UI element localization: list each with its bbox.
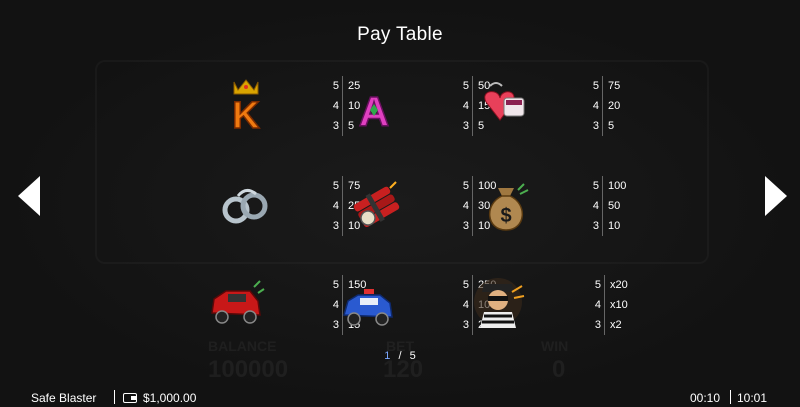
police-car-symbol-icon — [343, 289, 393, 326]
paytable-cell-robber-wild: 5 x20 4 x10 3 x2 — [468, 272, 628, 342]
pay-row: 5 100 — [592, 180, 627, 192]
pay-row: 4 20 — [592, 100, 621, 112]
paytable-cell-king-k: K 5 25 4 10 35 — [216, 76, 360, 146]
total-pages: 5 — [409, 350, 416, 362]
chevron-left-icon — [18, 176, 40, 216]
paytable-cell-heart-cup: 5 75 4 20 35 — [476, 76, 620, 146]
previous-page-button[interactable] — [16, 174, 42, 218]
ace-a-symbol-icon: A — [358, 87, 390, 136]
session-time: 00:10 — [690, 391, 721, 405]
money-bag-symbol-icon: $ — [488, 183, 529, 231]
divider — [730, 390, 731, 404]
balance-value: $1,000.00 — [143, 391, 197, 405]
svg-text:K: K — [232, 95, 260, 136]
paytable-cell-ace-a: A 550 415 35 — [346, 76, 490, 146]
paytable-cell-police-car: 5250 4100 320 — [338, 275, 496, 345]
chevron-right-icon — [765, 176, 787, 216]
paytable-cell-handcuffs: 575 425 310 — [216, 176, 360, 246]
svg-text:$: $ — [500, 205, 511, 227]
pay-row: 3 10 — [592, 220, 621, 232]
clock: 10:01 — [737, 391, 768, 405]
divider — [114, 390, 115, 404]
paytable-cell-red-car: 5150 475 315 — [206, 275, 366, 345]
robber-wild-symbol-icon — [474, 278, 525, 328]
bottom-status-bar: Safe Blaster $1,000.00 00:10 10:01 — [0, 388, 800, 407]
pay-values: 5 100 4 50 3 10 — [592, 176, 663, 236]
next-page-button[interactable] — [763, 174, 789, 218]
dynamite-symbol-icon — [353, 181, 400, 228]
pay-values: 5 x20 4 x10 3 x2 — [594, 275, 665, 335]
pay-row: 4 50 — [592, 200, 621, 212]
page-separator: / — [398, 350, 402, 362]
red-car-symbol-icon — [211, 280, 265, 324]
pay-row: 4 x10 — [594, 299, 628, 311]
game-name: Safe Blaster — [31, 391, 97, 405]
current-page: 1 — [384, 350, 391, 362]
pay-row: 5 75 — [592, 80, 621, 92]
paytable-cell-dynamite: 5 100 4 30 3 10 — [346, 176, 496, 246]
king-k-symbol-icon: K — [232, 79, 261, 136]
heart-cup-symbol-icon — [484, 82, 525, 121]
pay-values: 5 75 4 20 35 — [592, 76, 663, 136]
pay-row: 3 x2 — [594, 319, 622, 331]
wallet-icon — [123, 393, 137, 403]
paytable-cell-money-bag: $ 5 100 4 50 3 10 — [476, 176, 626, 246]
pay-table-title: Pay Table — [357, 24, 443, 45]
page-indicator: 1 / 5 — [0, 350, 800, 362]
pay-row: 5 x20 — [594, 279, 628, 291]
handcuffs-symbol-icon — [222, 189, 268, 224]
pay-row: 35 — [592, 120, 615, 132]
